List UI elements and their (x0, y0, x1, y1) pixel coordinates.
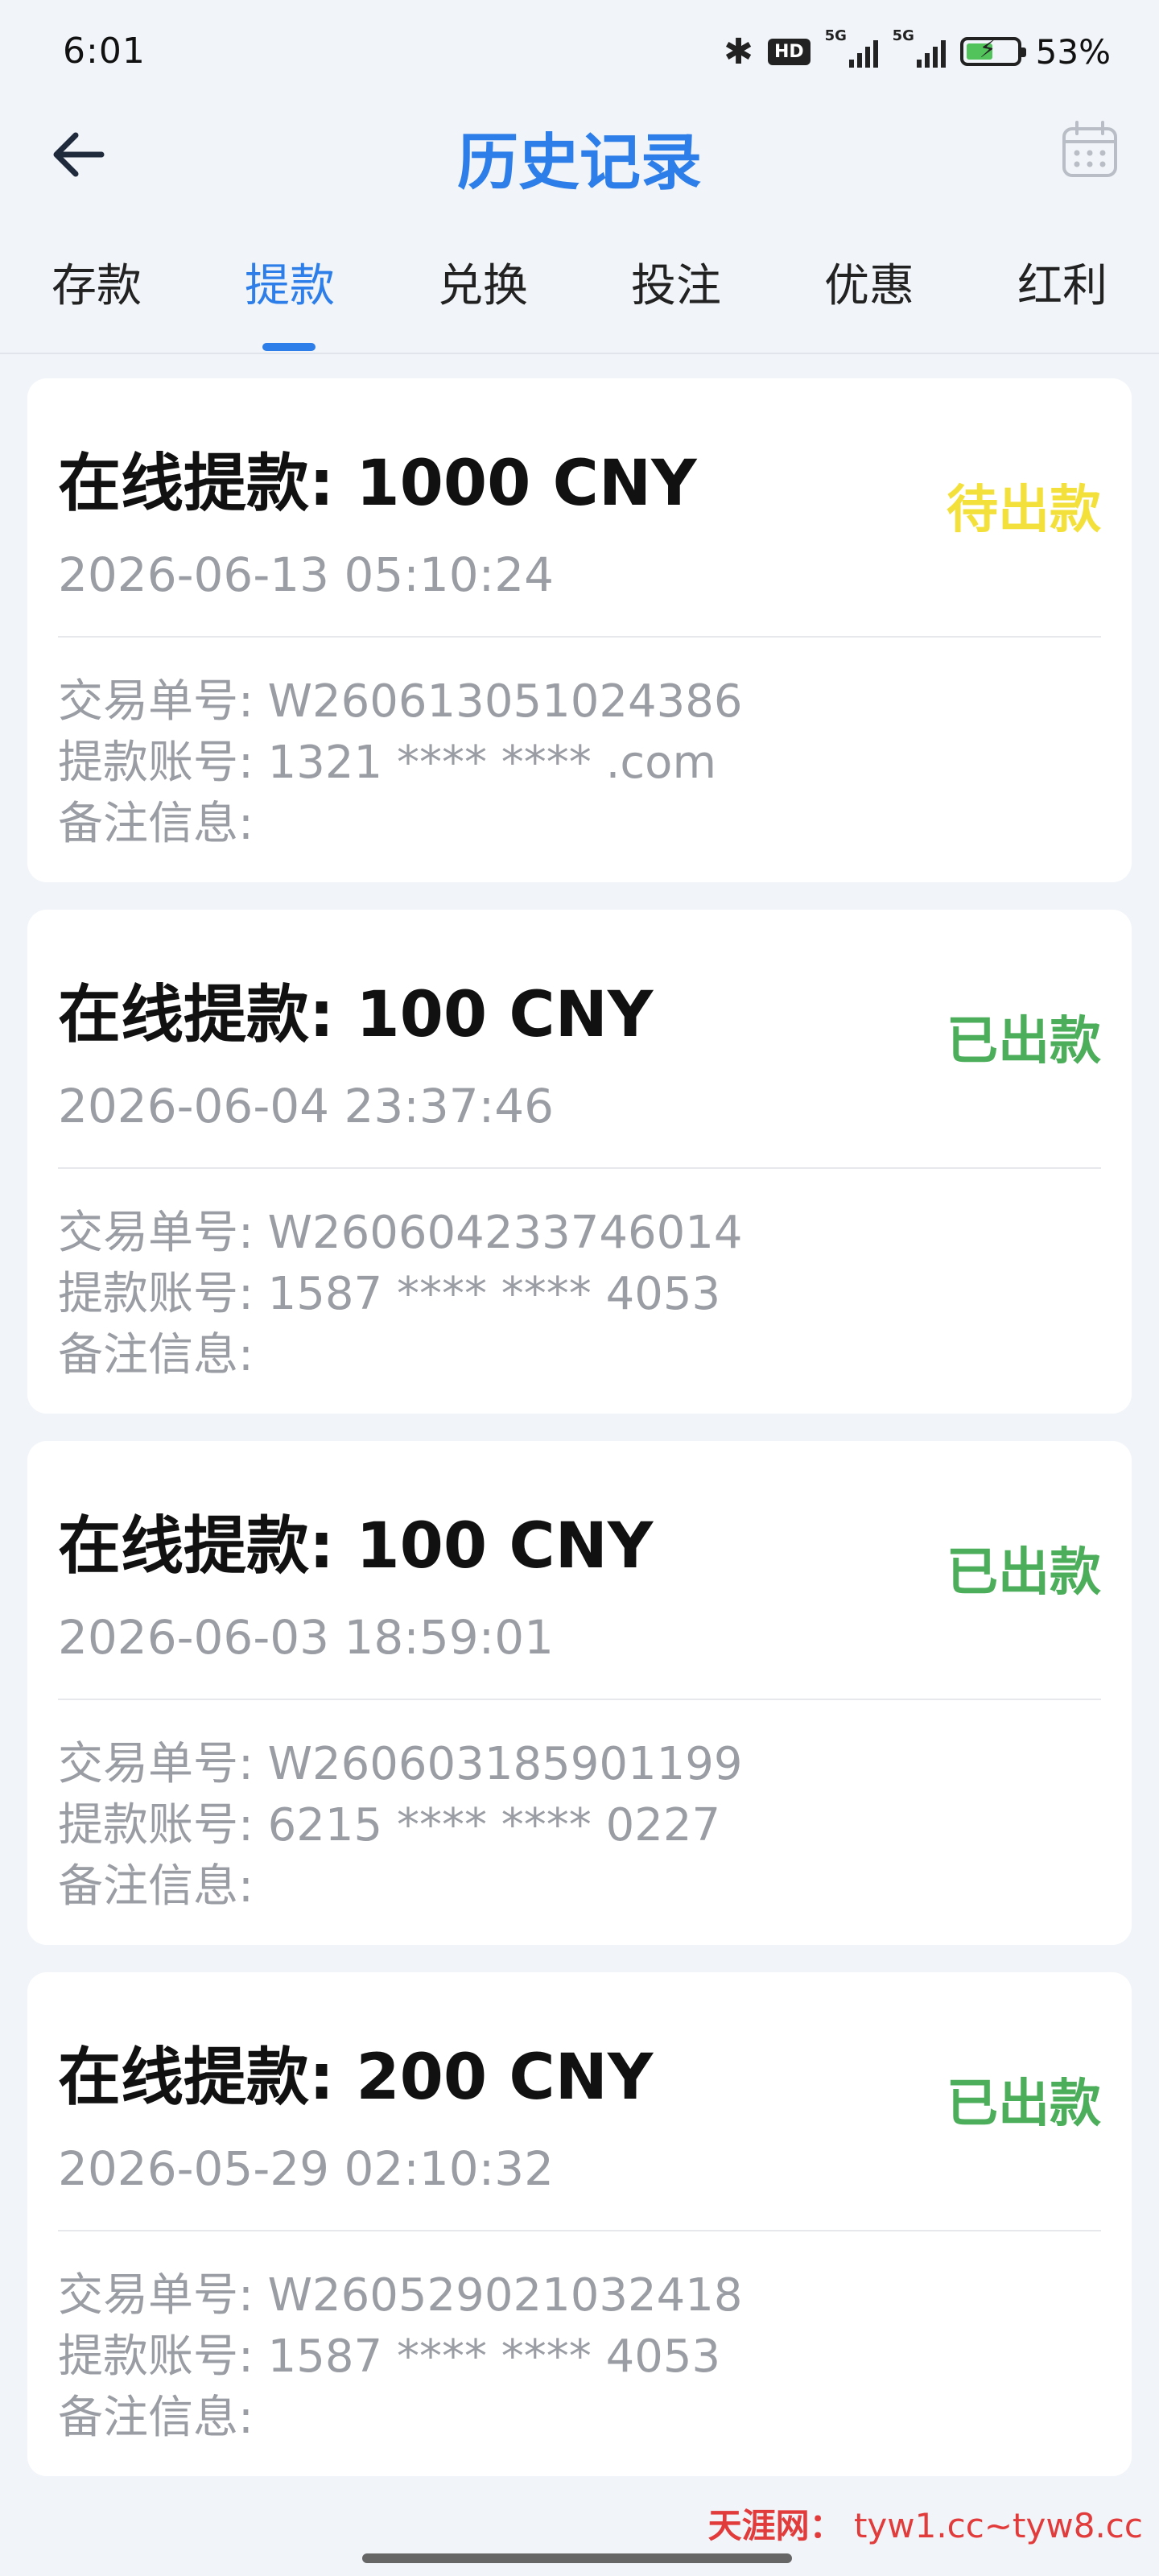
network-type-label: 5G (824, 27, 847, 44)
hd-badge: HD (767, 38, 810, 65)
record-title: 在线提款: 1000 CNY (58, 448, 697, 520)
record-account: 提款账号: 1587 **** **** 4053 (58, 2330, 721, 2383)
record-card[interactable]: 在线提款: 100 CNY 已出款 2026-06-04 23:37:46 交易… (27, 910, 1132, 1414)
record-card[interactable]: 在线提款: 200 CNY 已出款 2026-05-29 02:10:32 交易… (27, 1972, 1132, 2476)
record-time: 2026-06-03 18:59:01 (58, 1610, 554, 1665)
record-title: 在线提款: 100 CNY (58, 979, 654, 1051)
record-title: 在线提款: 100 CNY (58, 1510, 654, 1583)
record-title: 在线提款: 200 CNY (58, 2041, 654, 2114)
watermark-brand: 天涯网： (707, 2506, 843, 2545)
record-note: 备注信息: (58, 2392, 254, 2444)
record-status: 已出款 (947, 1543, 1101, 1603)
signal-strength-icon: 5G (825, 27, 878, 69)
watermark-text: tyw1.cc~tyw8.cc (853, 2506, 1143, 2545)
record-account: 提款账号: 1587 **** **** 4053 (58, 1268, 721, 1320)
card-divider (58, 636, 1101, 638)
status-time: 6:01 (63, 31, 146, 72)
network-type-label-2: 5G (892, 27, 914, 44)
record-note: 备注信息: (58, 798, 254, 850)
battery-percent: 53% (1035, 31, 1111, 72)
active-tab-indicator (262, 343, 316, 351)
record-account: 提款账号: 6215 **** **** 0227 (58, 1799, 721, 1852)
record-order-number: 交易单号: W260604233746014 (58, 1207, 743, 1259)
tab-bar: 存款 提款 兑换 投注 优惠 红利 (0, 242, 1159, 354)
signal-bars (848, 40, 878, 68)
record-time: 2026-06-04 23:37:46 (58, 1079, 554, 1133)
status-icons: ✱ HD 5G 5G ⚡ 53% (724, 27, 1111, 72)
record-status: 已出款 (947, 2074, 1101, 2134)
record-status: 已出款 (947, 1012, 1101, 1071)
signal-strength-icon-2: 5G (893, 27, 946, 69)
tab-exchange[interactable]: 兑换 (438, 250, 528, 315)
status-bar: 6:01 ✱ HD 5G 5G ⚡ 53% (0, 0, 1159, 105)
record-card[interactable]: 在线提款: 100 CNY 已出款 2026-06-03 18:59:01 交易… (27, 1441, 1132, 1945)
calendar-icon[interactable] (1059, 119, 1120, 180)
tab-promotions[interactable]: 优惠 (824, 250, 914, 315)
battery-icon: ⚡ (959, 35, 1026, 66)
charging-bolt-icon: ⚡ (979, 35, 996, 64)
home-indicator[interactable] (362, 2553, 792, 2563)
tab-deposit[interactable]: 存款 (52, 250, 142, 315)
card-divider (58, 2230, 1101, 2231)
record-time: 2026-05-29 02:10:32 (58, 2141, 554, 2196)
record-account: 提款账号: 1321 **** **** .com (58, 737, 716, 789)
bluetooth-icon: ✱ (724, 31, 753, 72)
tab-bets[interactable]: 投注 (631, 250, 721, 315)
tab-bonus[interactable]: 红利 (1017, 250, 1107, 315)
page-title: 历史记录 (457, 126, 702, 198)
record-status: 待出款 (947, 481, 1101, 540)
record-note: 备注信息: (58, 1860, 254, 1913)
record-order-number: 交易单号: W260529021032418 (58, 2269, 743, 2322)
card-divider (58, 1167, 1101, 1169)
record-order-number: 交易单号: W260603185901199 (58, 1738, 743, 1790)
watermark: 天涯网： tyw1.cc~tyw8.cc (708, 2499, 1143, 2548)
card-divider (58, 1699, 1101, 1700)
tab-withdraw[interactable]: 提款 (245, 250, 335, 315)
header: 历史记录 (0, 105, 1159, 201)
record-order-number: 交易单号: W260613051024386 (58, 675, 743, 728)
record-time: 2026-06-13 05:10:24 (58, 547, 554, 602)
signal-bars-2 (916, 40, 946, 68)
record-card[interactable]: 在线提款: 1000 CNY 待出款 2026-06-13 05:10:24 交… (27, 378, 1132, 882)
record-note: 备注信息: (58, 1329, 254, 1381)
